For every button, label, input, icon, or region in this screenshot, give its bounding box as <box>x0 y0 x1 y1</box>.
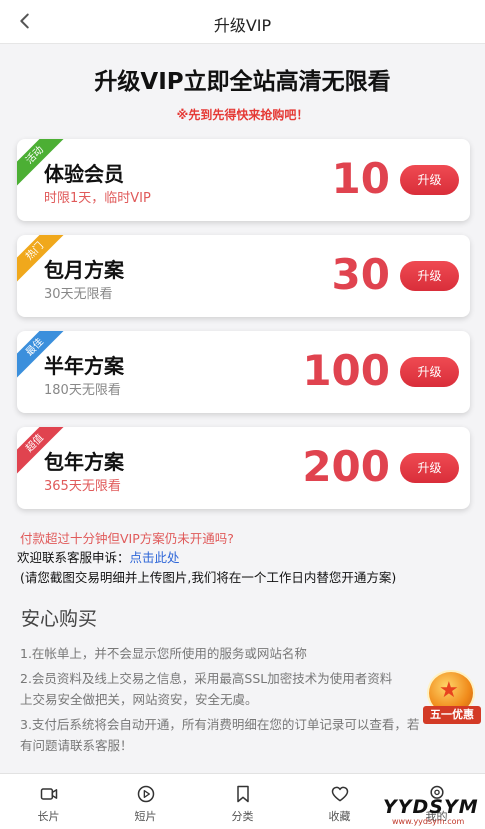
upgrade-button[interactable]: 升级 <box>400 453 459 483</box>
secure-section-title: 安心购买 <box>21 608 98 630</box>
plan-description: 时限1天，临时VIP <box>44 191 151 206</box>
watermark-url: www.yydsym.com <box>392 817 465 826</box>
plan-name: 包月方案 <box>44 258 124 282</box>
plan-name: 包年方案 <box>44 450 124 474</box>
top-navigation-bar: 升级VIP <box>0 0 485 44</box>
plan-card-yearly[interactable]: 超值 包年方案 365天无限看 200 升级 <box>17 427 470 509</box>
plan-name: 体验会员 <box>44 162 124 186</box>
plan-name: 半年方案 <box>44 354 124 378</box>
promo-badge[interactable]: ★ 五一优惠 <box>423 668 481 726</box>
tab-short-videos[interactable]: 短片 <box>97 774 194 829</box>
hero-subtitle: ※先到先得快来抢购吧！ <box>176 108 309 122</box>
plan-price: 10 <box>331 154 390 203</box>
watermark-brand: YYDSYM <box>383 796 479 818</box>
tab-long-videos[interactable]: 长片 <box>0 774 97 829</box>
upgrade-button[interactable]: 升级 <box>400 261 459 291</box>
upgrade-button[interactable]: 升级 <box>400 165 459 195</box>
tab-label: 分类 <box>231 810 254 823</box>
tab-categories[interactable]: 分类 <box>194 774 291 829</box>
secure-item-2: 2.会员资料及线上交易之信息，采用最高SSL加密技术为使用者资料 <box>20 671 393 686</box>
tab-label: 收藏 <box>328 810 351 823</box>
plan-card-monthly[interactable]: 热门 包月方案 30天无限看 30 升级 <box>17 235 470 317</box>
star-medal-icon: ★ <box>439 678 459 703</box>
tab-favorites[interactable]: 收藏 <box>291 774 388 829</box>
payment-question: 付款超过十分钟但VIP方案仍未开通吗? <box>20 531 234 546</box>
upload-note: (请您截图交易明细并上传图片,我们将在一个工作日内替您开通方案) <box>20 570 397 585</box>
secure-item-1: 1.在帐单上，并不会显示您所使用的服务或网站名称 <box>20 646 307 661</box>
play-circle-icon <box>137 785 155 803</box>
page-title: 升级VIP <box>213 16 272 35</box>
tab-label: 长片 <box>37 810 60 823</box>
hero-title: 升级VIP立即全站高清无限看 <box>94 69 391 95</box>
promo-badge-label: 五一优惠 <box>423 706 481 724</box>
secure-item-3: 3.支付后系统将会自动开通，所有消费明细在您的订单记录可以查看，若 <box>20 717 420 732</box>
video-camera-icon <box>40 788 58 800</box>
plan-description: 180天无限看 <box>44 383 121 398</box>
secure-item-2-cont: 上交易安全做把关，网站资安，安全无虞。 <box>20 692 258 707</box>
contact-support-link[interactable]: 点击此处 <box>130 550 180 565</box>
plan-card-trial[interactable]: 活动 体验会员 时限1天，临时VIP 10 升级 <box>17 139 470 221</box>
bookmark-icon <box>237 785 249 803</box>
plan-card-half-year[interactable]: 最佳 半年方案 180天无限看 100 升级 <box>17 331 470 413</box>
contact-prefix: 欢迎联系客服申诉： <box>17 550 130 565</box>
plan-description: 365天无限看 <box>44 479 121 494</box>
plan-price: 100 <box>302 346 390 395</box>
plan-price: 30 <box>331 250 390 299</box>
plan-price: 200 <box>302 442 390 491</box>
plan-description: 30天无限看 <box>44 287 113 302</box>
tab-label: 短片 <box>134 810 157 823</box>
heart-icon <box>331 786 349 802</box>
contact-support-line: 欢迎联系客服申诉：点击此处 <box>17 547 180 566</box>
upgrade-button[interactable]: 升级 <box>400 357 459 387</box>
secure-item-3-cont: 有问题请联系客服！ <box>20 738 133 753</box>
